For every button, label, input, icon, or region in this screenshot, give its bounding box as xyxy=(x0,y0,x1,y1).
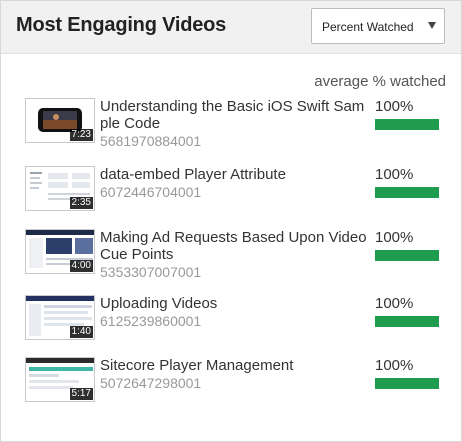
metric-select-value: Percent Watched xyxy=(322,20,414,34)
video-thumbnail[interactable]: 1:40 xyxy=(25,295,95,340)
percent-watched-bar xyxy=(375,316,439,327)
widget-header: Most Engaging Videos Percent Watched xyxy=(1,1,461,54)
video-row: 5:17 Sitecore Player Management 50726472… xyxy=(25,357,445,417)
video-thumbnail[interactable]: 7:23 xyxy=(25,98,95,143)
percent-watched-bar xyxy=(375,378,439,389)
percent-watched-bar-fill xyxy=(375,187,439,198)
percent-watched-bar xyxy=(375,119,439,130)
percent-watched-value: 100% xyxy=(375,295,414,312)
video-id: 6125239860001 xyxy=(100,313,202,329)
video-id: 5072647298001 xyxy=(100,375,202,391)
widget-title: Most Engaging Videos xyxy=(16,14,227,36)
video-thumbnail[interactable]: 4:00 xyxy=(25,229,95,274)
percent-watched-bar xyxy=(375,250,439,261)
percent-watched-bar xyxy=(375,187,439,198)
percent-watched-value: 100% xyxy=(375,229,414,246)
video-id: 6072446704001 xyxy=(100,184,202,200)
video-row: 2:35 data-embed Player Attribute 6072446… xyxy=(25,166,445,226)
video-title[interactable]: Uploading Videos xyxy=(100,295,368,312)
video-row: 4:00 Making Ad Requests Based Upon Video… xyxy=(25,229,445,289)
percent-watched-value: 100% xyxy=(375,98,414,115)
percent-watched-value: 100% xyxy=(375,357,414,374)
most-engaging-videos-widget: Most Engaging Videos Percent Watched ave… xyxy=(0,0,462,442)
percent-watched-value: 100% xyxy=(375,166,414,183)
video-row: 1:40 Uploading Videos 6125239860001 100% xyxy=(25,295,445,355)
video-title[interactable]: data-embed Player Attribute xyxy=(100,166,368,183)
duration-badge: 7:23 xyxy=(69,129,93,141)
video-title[interactable]: Understanding the Basic iOS Swift Sample… xyxy=(100,98,368,132)
chevron-down-icon xyxy=(428,22,436,29)
metric-select[interactable]: Percent Watched xyxy=(311,8,445,44)
video-title[interactable]: Sitecore Player Management xyxy=(100,357,368,374)
video-thumbnail[interactable]: 5:17 xyxy=(25,357,95,402)
column-header-average-percent-watched: average % watched xyxy=(314,73,446,90)
video-id: 5681970884001 xyxy=(100,133,202,149)
video-thumbnail[interactable]: 2:35 xyxy=(25,166,95,211)
percent-watched-bar-fill xyxy=(375,119,439,130)
duration-badge: 1:40 xyxy=(69,326,93,338)
duration-badge: 5:17 xyxy=(69,388,93,400)
percent-watched-bar-fill xyxy=(375,316,439,327)
duration-badge: 4:00 xyxy=(69,260,93,272)
percent-watched-bar-fill xyxy=(375,250,439,261)
duration-badge: 2:35 xyxy=(69,197,93,209)
video-id: 5353307007001 xyxy=(100,264,202,280)
percent-watched-bar-fill xyxy=(375,378,439,389)
video-title[interactable]: Making Ad Requests Based Upon Video Cue … xyxy=(100,229,368,263)
video-row: 7:23 Understanding the Basic iOS Swift S… xyxy=(25,98,445,158)
